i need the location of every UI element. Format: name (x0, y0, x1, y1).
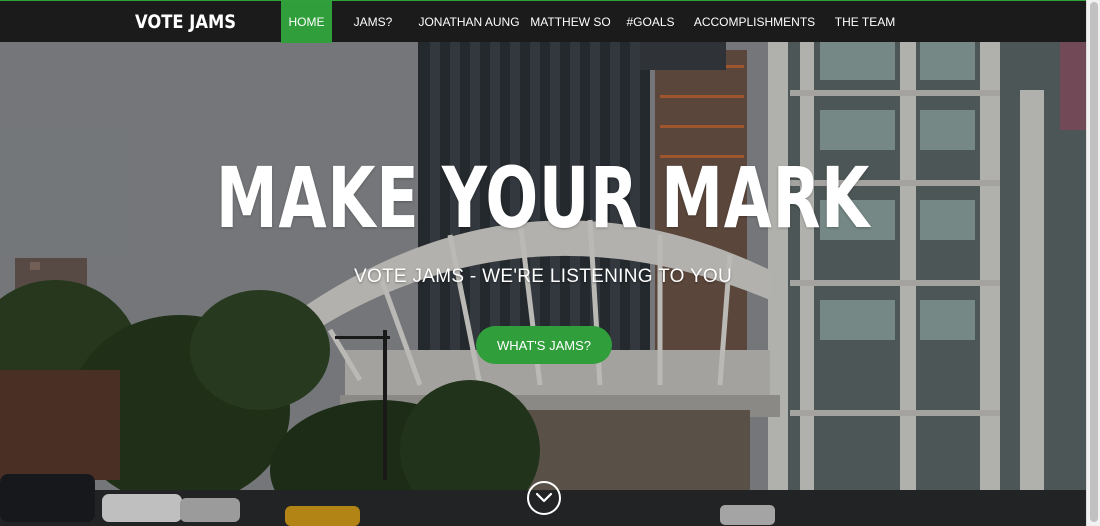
hero-subheadline: VOTE JAMS - WE'RE LISTENING TO YOU (353, 266, 733, 287)
hero-headline: MAKE YOUR MARK (215, 149, 871, 247)
nav-item-jonathan-aung[interactable]: JONATHAN AUNG (414, 1, 524, 43)
hero-dim-overlay (0, 0, 1086, 526)
scroll-down-button[interactable] (527, 481, 561, 515)
scrollbar-thumb[interactable] (1090, 2, 1098, 522)
top-navbar: VOTE JAMS HOME JAMS? JONATHAN AUNG MATTH… (0, 0, 1086, 43)
nav-item-accomplishments[interactable]: ACCOMPLISHMENTS (684, 1, 825, 43)
page-scrollbar[interactable] (1086, 0, 1100, 526)
nav-item-jams[interactable]: JAMS? (332, 1, 414, 43)
nav-item-the-team[interactable]: THE TEAM (825, 1, 905, 43)
hero-section (0, 0, 1086, 526)
whats-jams-button[interactable]: WHAT'S JAMS? (476, 326, 612, 364)
site-logo[interactable]: VOTE JAMS (0, 11, 242, 33)
nav-menu: HOME JAMS? JONATHAN AUNG MATTHEW SO #GOA… (281, 0, 905, 43)
nav-item-goals[interactable]: #GOALS (617, 1, 684, 43)
nav-item-home[interactable]: HOME (281, 0, 332, 43)
nav-item-matthew-so[interactable]: MATTHEW SO (524, 1, 617, 43)
chevron-down-icon (535, 492, 553, 503)
